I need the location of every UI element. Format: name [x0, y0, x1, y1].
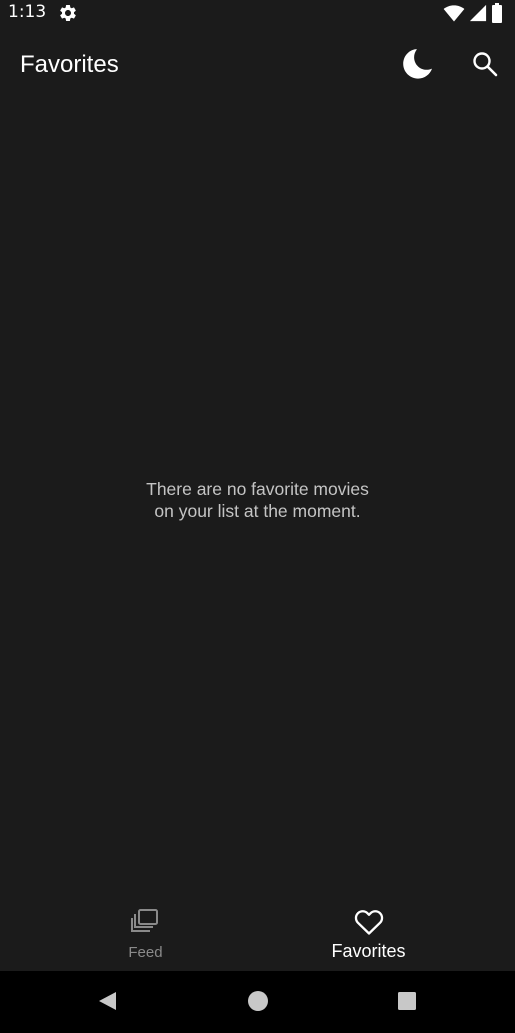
empty-favorites-message: There are no favorite movies on your lis… — [0, 478, 515, 522]
cellular-signal-icon — [469, 4, 487, 27]
moon-icon — [399, 47, 435, 88]
system-navigation-bar — [0, 971, 515, 1033]
app-screen: 1:13 Favorites There are no favorite mov… — [0, 0, 515, 1033]
heart-outline-icon — [354, 908, 384, 941]
top-app-bar: Favorites — [0, 26, 515, 106]
search-icon — [472, 51, 498, 82]
back-triangle-icon — [96, 990, 118, 1017]
status-icons — [443, 3, 503, 28]
home-circle-icon — [247, 990, 269, 1017]
nav-tab-favorites[interactable]: Favorites — [240, 896, 497, 971]
recents-square-icon — [397, 991, 417, 1016]
system-back-button[interactable] — [95, 991, 119, 1015]
battery-icon — [491, 3, 503, 28]
status-time: 1:13 — [8, 2, 47, 22]
empty-message-line-2: on your list at the moment. — [154, 501, 361, 521]
settings-gear-icon — [58, 3, 78, 23]
empty-message-line-1: There are no favorite movies — [146, 479, 369, 499]
dark-mode-toggle-button[interactable] — [396, 46, 438, 88]
system-recents-button[interactable] — [395, 991, 419, 1015]
status-bar: 1:13 — [0, 0, 515, 26]
nav-tab-feed[interactable]: Feed — [17, 896, 274, 971]
search-button[interactable] — [465, 46, 505, 86]
page-title: Favorites — [20, 51, 119, 78]
nav-label-feed: Feed — [128, 944, 163, 961]
wifi-icon — [443, 4, 465, 27]
feed-stack-icon — [130, 908, 161, 941]
nav-label-favorites: Favorites — [331, 941, 406, 961]
system-home-button[interactable] — [246, 990, 270, 1017]
bottom-navigation: Feed Favorites — [0, 896, 515, 971]
